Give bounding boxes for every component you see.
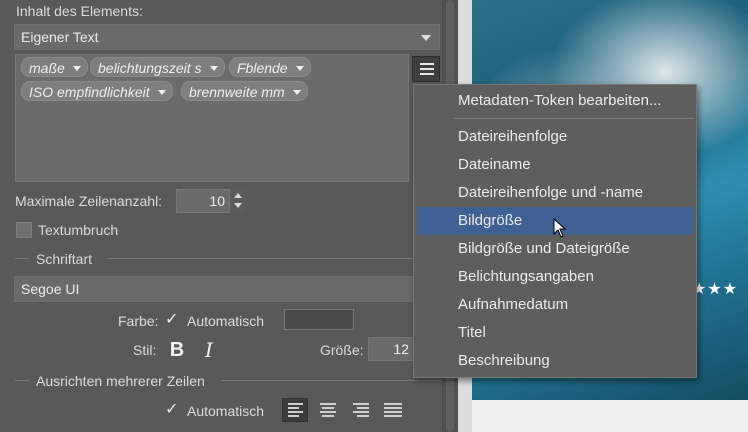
divider (108, 258, 442, 259)
font-size-input[interactable]: 12 (368, 337, 414, 361)
align-right-button[interactable] (348, 398, 374, 422)
element-settings-panel: Inhalt des Elements: Eigener Text maße b… (0, 0, 458, 432)
menu-item-capture-date[interactable]: Aufnahmedatum (417, 291, 693, 319)
menu-separator (454, 118, 694, 119)
chevron-down-icon[interactable] (209, 66, 218, 71)
menu-item-file-order[interactable]: Dateireihenfolge (417, 123, 693, 151)
token-label: belichtungszeit s (98, 60, 202, 76)
align-auto-label: Automatisch (187, 403, 265, 419)
menu-item-description[interactable]: Beschreibung (417, 347, 693, 375)
color-auto-label: Automatisch (187, 313, 265, 329)
token-text-area[interactable]: maße belichtungszeit s Fblende ISO empfi… (15, 54, 409, 182)
token-chip[interactable]: ISO empfindlichkeit (21, 81, 173, 101)
align-section-label: Ausrichten mehrerer Zeilen (36, 373, 205, 389)
hamburger-icon[interactable] (412, 56, 440, 82)
arrow-down-icon[interactable] (234, 203, 242, 208)
menu-item-file-name[interactable]: Dateiname (417, 151, 693, 179)
align-center-button[interactable] (315, 398, 341, 422)
rating-stars: ★★★ (692, 281, 739, 298)
arrow-up-icon[interactable] (234, 193, 242, 198)
menu-item-title[interactable]: Titel (417, 319, 693, 347)
content-type-select[interactable]: Eigener Text (14, 24, 440, 50)
content-label: Inhalt des Elements: (16, 3, 143, 19)
token-chip[interactable]: brennweite mm (181, 81, 308, 101)
word-wrap-checkbox[interactable] (16, 222, 32, 238)
menu-item-edit-tokens[interactable]: Metadaten-Token bearbeiten... (417, 87, 693, 115)
photo-margin (472, 400, 748, 432)
token-label: Fblende (237, 60, 288, 76)
menu-item-file-order-and-name[interactable]: Dateireihenfolge und -name (417, 179, 693, 207)
content-type-value: Eigener Text (21, 29, 99, 45)
chevron-down-icon[interactable] (292, 90, 301, 95)
divider (221, 380, 442, 381)
divider (15, 258, 29, 259)
align-justify-button[interactable] (380, 398, 406, 422)
token-chip[interactable]: maße (21, 57, 88, 77)
font-section-label: Schriftart (36, 251, 93, 267)
menu-item-exposure-info[interactable]: Belichtungsangaben (417, 263, 693, 291)
token-label: maße (29, 60, 65, 76)
token-label: ISO empfindlichkeit (29, 84, 150, 100)
checkmark-icon[interactable]: ✓ (165, 402, 178, 418)
font-family-value: Segoe UI (21, 281, 80, 297)
bold-button[interactable]: B (166, 339, 188, 361)
menu-item-image-and-file-size[interactable]: Bildgröße und Dateigröße (417, 235, 693, 263)
token-label: brennweite mm (189, 84, 285, 100)
size-label: Größe: (320, 342, 364, 358)
color-label: Farbe: (118, 313, 159, 329)
max-lines-stepper[interactable] (230, 189, 246, 213)
word-wrap-label: Textumbruch (38, 222, 119, 238)
chevron-down-icon (421, 35, 431, 41)
chevron-down-icon[interactable] (157, 90, 166, 95)
italic-button[interactable]: I (198, 339, 220, 361)
color-swatch[interactable] (284, 309, 354, 330)
mouse-pointer-icon (553, 218, 567, 238)
divider (15, 380, 29, 381)
token-chip[interactable]: belichtungszeit s (90, 57, 225, 77)
token-chip[interactable]: Fblende (229, 57, 311, 77)
checkmark-icon[interactable]: ✓ (165, 312, 178, 328)
chevron-down-icon[interactable] (295, 66, 304, 71)
font-family-select[interactable]: Segoe UI (14, 276, 414, 302)
max-lines-input[interactable]: 10 (176, 189, 230, 213)
chevron-down-icon[interactable] (72, 66, 81, 71)
style-label: Stil: (133, 342, 157, 358)
align-left-button[interactable] (282, 398, 308, 422)
max-lines-label: Maximale Zeilenanzahl: (15, 193, 163, 209)
